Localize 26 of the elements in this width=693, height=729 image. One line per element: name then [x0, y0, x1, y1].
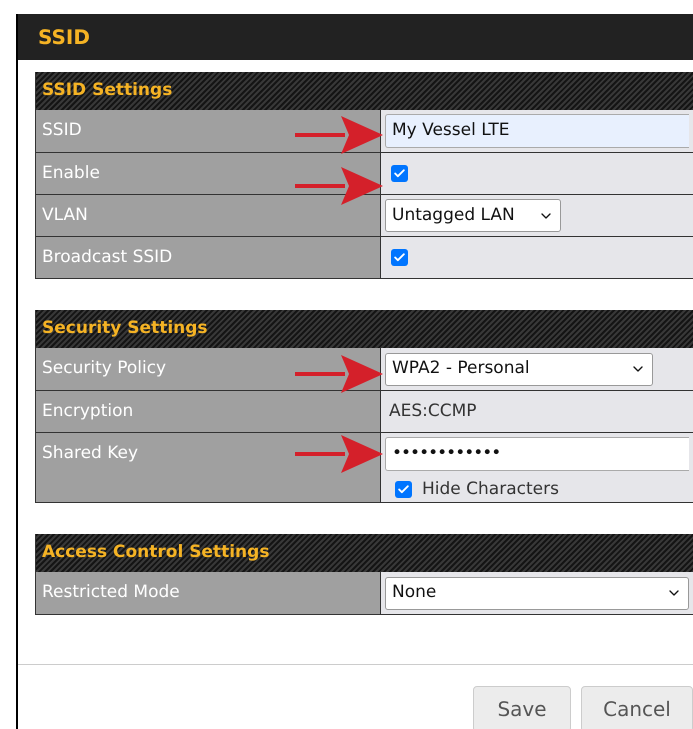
row-label: Security Policy: [42, 357, 166, 380]
row-label: VLAN: [42, 204, 88, 227]
dialog-title: SSID: [38, 24, 90, 51]
row-label: SSID: [42, 119, 82, 142]
row-label: Enable: [42, 162, 100, 185]
dropdown-select[interactable]: None: [385, 576, 689, 610]
checkmark-icon: [393, 167, 406, 180]
section-title: Access Control Settings: [42, 541, 270, 564]
row-label: Encryption: [42, 400, 134, 423]
row-label: Restricted Mode: [42, 581, 180, 604]
dialog-button[interactable]: Save: [473, 686, 571, 729]
checkbox[interactable]: [391, 249, 408, 266]
row-label: Shared Key: [42, 442, 138, 465]
section-title: SSID Settings: [42, 79, 172, 102]
checkmark-icon: [393, 251, 406, 264]
ssid-input-field[interactable]: My Vessel LTE: [385, 114, 689, 148]
encryption-value: AES:CCMP: [388, 400, 478, 423]
section-title: Security Settings: [42, 317, 208, 340]
dialog-button[interactable]: Cancel: [581, 686, 693, 729]
dropdown-select[interactable]: WPA2 - Personal: [385, 352, 653, 386]
password-field[interactable]: ••••••••••••: [385, 437, 689, 471]
checkbox[interactable]: [395, 481, 412, 498]
row-label: Broadcast SSID: [42, 246, 172, 269]
hide-characters-label: Hide Characters: [422, 478, 559, 501]
dropdown-select[interactable]: Untagged LAN: [385, 199, 561, 232]
checkbox[interactable]: [391, 165, 408, 182]
